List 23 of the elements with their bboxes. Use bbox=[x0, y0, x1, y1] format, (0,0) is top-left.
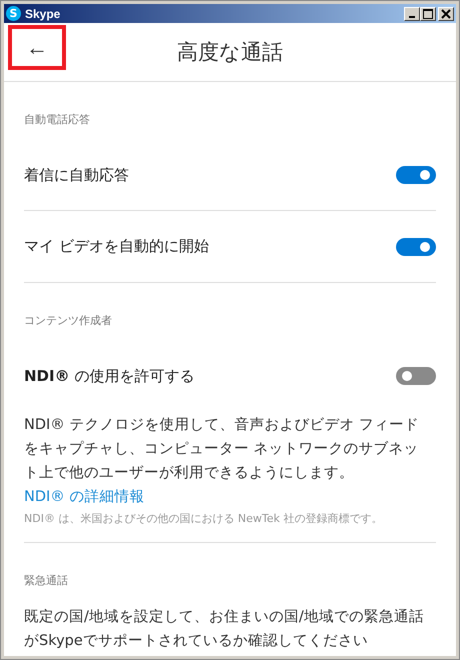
description-text: 既定の国/地域を設定して、お住まいの国/地域での緊急通話がSkypeでサポートされているか確認してください bbox=[24, 608, 425, 651]
more-info-link[interactable]: NDI® の詳細情報 bbox=[24, 485, 436, 509]
back-button[interactable]: ← bbox=[8, 25, 66, 70]
maximize-icon bbox=[423, 8, 433, 18]
setting-label: マイ ビデオを自動的に開始 bbox=[24, 237, 209, 256]
maximize-button[interactable] bbox=[420, 6, 436, 20]
toggle-switch[interactable] bbox=[396, 238, 436, 256]
page-title: 高度な通話 bbox=[177, 39, 283, 66]
minimize-button[interactable] bbox=[404, 6, 420, 20]
section-label: コンテンツ作成者 bbox=[24, 313, 113, 329]
window-title: Skype bbox=[25, 6, 60, 20]
close-icon bbox=[441, 8, 451, 18]
trademark-note: NDI® は、米国およびその他の国における NewTek 社の登録商標です。 bbox=[24, 511, 384, 527]
section-label: 自動電話応答 bbox=[24, 112, 91, 128]
minimize-icon bbox=[409, 16, 415, 18]
setting-label: NDI® の使用を許可する bbox=[24, 366, 194, 386]
skype-logo: S bbox=[6, 6, 21, 21]
description-text: NDI® テクノロジを使用して、音声およびビデオ フィードをキャプチャし、コンピューター ネットワークのサブネット上で他のユーザーが利用できるようにします。 bbox=[24, 416, 420, 483]
setting-label: 着信に自動応答 bbox=[24, 166, 129, 184]
toggle-switch[interactable] bbox=[396, 166, 436, 184]
close-button[interactable] bbox=[438, 6, 454, 20]
toggle-switch[interactable] bbox=[396, 367, 436, 385]
section-label: 緊急通話 bbox=[24, 573, 69, 589]
